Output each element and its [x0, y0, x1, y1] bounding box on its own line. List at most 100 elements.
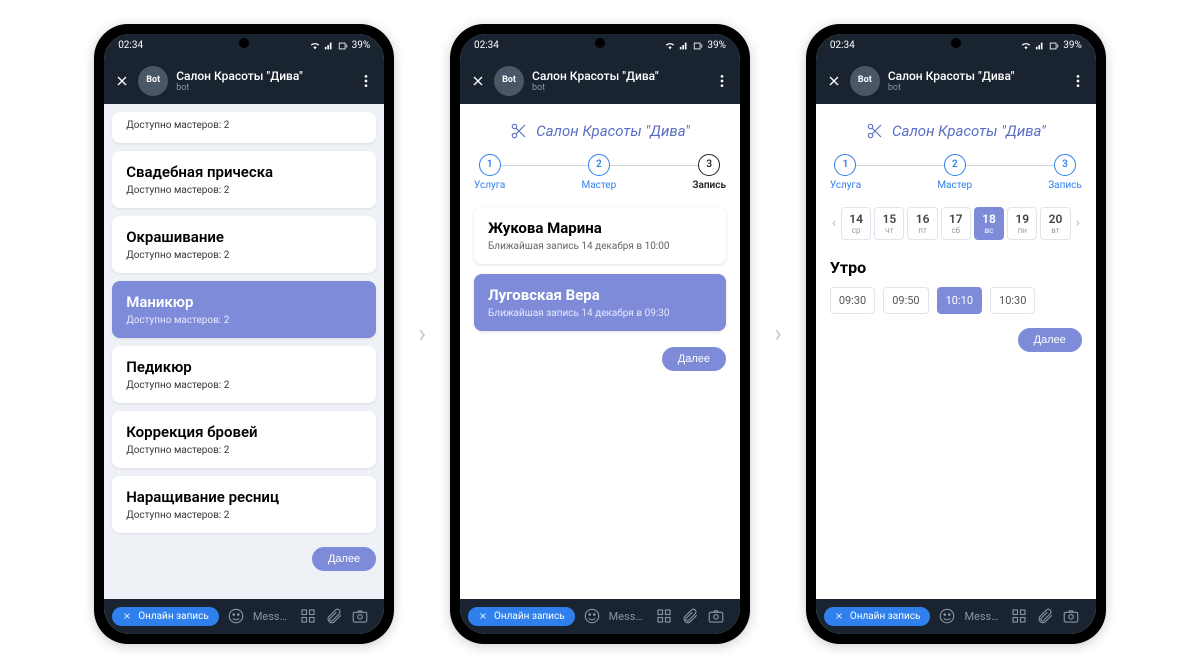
online-booking-pill[interactable]: Онлайн запись [824, 607, 931, 626]
service-card[interactable]: Педикюр Доступно мастеров: 2 [112, 346, 376, 403]
close-icon [122, 611, 132, 621]
app-bar: Bot Салон Красоты "Дива" bot [460, 58, 740, 104]
step-booking[interactable]: 3 Запись [1048, 154, 1082, 191]
chat-subtitle: bot [532, 83, 706, 93]
battery-icon [1049, 41, 1059, 51]
qr-icon[interactable] [299, 607, 317, 625]
date-cell[interactable]: 14ср [841, 207, 871, 240]
attach-icon[interactable] [1036, 607, 1054, 625]
online-booking-pill[interactable]: Онлайн запись [112, 607, 219, 626]
status-time: 02:34 [830, 40, 855, 51]
slot[interactable]: 09:30 [830, 287, 875, 314]
date-picker: ‹ 14ср 15чт 16пт 17сб 18вс 19пн 20вт › [830, 207, 1082, 240]
salon-heading: Салон Красоты "Дива" [830, 114, 1082, 154]
camera-icon[interactable] [707, 607, 725, 625]
qr-icon[interactable] [655, 607, 673, 625]
online-booking-pill[interactable]: Онлайн запись [468, 607, 575, 626]
close-icon [834, 611, 844, 621]
attach-icon[interactable] [325, 607, 343, 625]
status-time: 02:34 [118, 40, 143, 51]
time-slots: 09:30 09:50 10:10 10:30 [830, 287, 1082, 314]
chat-title: Салон Красоты "Дива" [532, 69, 706, 83]
camera-notch [951, 38, 961, 48]
stepper: 1 Услуга 2 Мастер 3 Запись [474, 154, 726, 191]
next-dates-icon[interactable]: › [1074, 215, 1082, 231]
status-time: 02:34 [474, 40, 499, 51]
service-card[interactable]: Наращивание ресниц Доступно мастеров: 2 [112, 476, 376, 533]
content-area: Салон Красоты "Дива" 1 Услуга 2 Мастер 3… [460, 104, 740, 599]
emoji-icon[interactable] [938, 607, 956, 625]
next-button[interactable]: Далее [312, 547, 376, 571]
date-cell[interactable]: 17сб [941, 207, 971, 240]
message-input[interactable]: Mess… [964, 610, 1002, 623]
chat-title: Салон Красоты "Дива" [888, 69, 1062, 83]
service-card-selected[interactable]: Маникюр Доступно мастеров: 2 [112, 281, 376, 338]
salon-heading: Салон Красоты "Дива" [474, 114, 726, 154]
status-battery: 39% [707, 40, 726, 51]
bot-avatar[interactable]: Bot [138, 66, 168, 96]
service-card-partial[interactable]: Доступно мастеров: 2 [112, 112, 376, 143]
date-cell[interactable]: 19пн [1007, 207, 1037, 240]
menu-dots-icon[interactable] [714, 73, 730, 89]
step-service[interactable]: 1 Услуга [474, 154, 505, 191]
next-button[interactable]: Далее [1018, 328, 1082, 352]
message-input[interactable]: Mess… [253, 610, 291, 623]
emoji-icon[interactable] [227, 607, 245, 625]
date-cell-selected[interactable]: 18вс [974, 207, 1004, 240]
step-service[interactable]: 1 Услуга [830, 154, 861, 191]
wifi-icon [1021, 41, 1031, 51]
camera-icon[interactable] [1062, 607, 1080, 625]
chat-subtitle: bot [888, 83, 1062, 93]
menu-dots-icon[interactable] [358, 73, 374, 89]
slot-selected[interactable]: 10:10 [937, 287, 982, 314]
menu-dots-icon[interactable] [1070, 73, 1086, 89]
close-icon[interactable] [826, 73, 842, 89]
status-battery: 39% [1063, 40, 1082, 51]
scissors-icon [866, 122, 884, 140]
status-battery: 39% [352, 40, 371, 51]
prev-dates-icon[interactable]: ‹ [830, 215, 838, 231]
qr-icon[interactable] [1010, 607, 1028, 625]
stepper: 1 Услуга 2 Мастер 3 Запись [830, 154, 1082, 191]
battery-icon [693, 41, 703, 51]
bottom-bar: Онлайн запись Mess… [816, 599, 1096, 634]
bot-avatar[interactable]: Bot [850, 66, 880, 96]
date-cell[interactable]: 16пт [907, 207, 937, 240]
attach-icon[interactable] [681, 607, 699, 625]
signal-icon [324, 41, 334, 51]
service-card[interactable]: Коррекция бровей Доступно мастеров: 2 [112, 411, 376, 468]
wifi-icon [665, 41, 675, 51]
close-icon[interactable] [114, 73, 130, 89]
section-title: Утро [830, 258, 1082, 277]
message-input[interactable]: Mess… [609, 610, 647, 623]
camera-notch [239, 38, 249, 48]
service-card[interactable]: Окрашивание Доступно мастеров: 2 [112, 216, 376, 273]
master-card[interactable]: Жукова Марина Ближайшая запись 14 декабр… [474, 207, 726, 264]
date-cell[interactable]: 20вт [1040, 207, 1070, 240]
signal-icon [1035, 41, 1045, 51]
bot-avatar[interactable]: Bot [494, 66, 524, 96]
camera-icon[interactable] [351, 607, 369, 625]
battery-icon [338, 41, 348, 51]
slot[interactable]: 09:50 [883, 287, 928, 314]
close-icon [478, 611, 488, 621]
app-bar: Bot Салон Красоты "Дива" bot [104, 58, 384, 104]
close-icon[interactable] [470, 73, 486, 89]
chat-title: Салон Красоты "Дива" [176, 69, 350, 83]
phone-mock-3: 02:34 39% Bot Салон Красоты "Дива" bot С… [806, 24, 1106, 644]
master-card-selected[interactable]: Луговская Вера Ближайшая запись 14 декаб… [474, 274, 726, 331]
step-master[interactable]: 2 Мастер [937, 154, 972, 191]
phone-mock-1: 02:34 39% Bot Салон Красоты "Дива" bot Д… [94, 24, 394, 644]
step-booking[interactable]: 3 Запись [692, 154, 726, 191]
content-area: Салон Красоты "Дива" 1 Услуга 2 Мастер 3… [816, 104, 1096, 599]
chevron-right-icon: › [774, 319, 782, 349]
step-master[interactable]: 2 Мастер [581, 154, 616, 191]
wifi-icon [310, 41, 320, 51]
emoji-icon[interactable] [583, 607, 601, 625]
service-card[interactable]: Свадебная прическа Доступно мастеров: 2 [112, 151, 376, 208]
chat-subtitle: bot [176, 83, 350, 93]
bottom-bar: Онлайн запись Mess… [104, 599, 384, 634]
date-cell[interactable]: 15чт [874, 207, 904, 240]
next-button[interactable]: Далее [662, 347, 726, 371]
slot[interactable]: 10:30 [990, 287, 1035, 314]
